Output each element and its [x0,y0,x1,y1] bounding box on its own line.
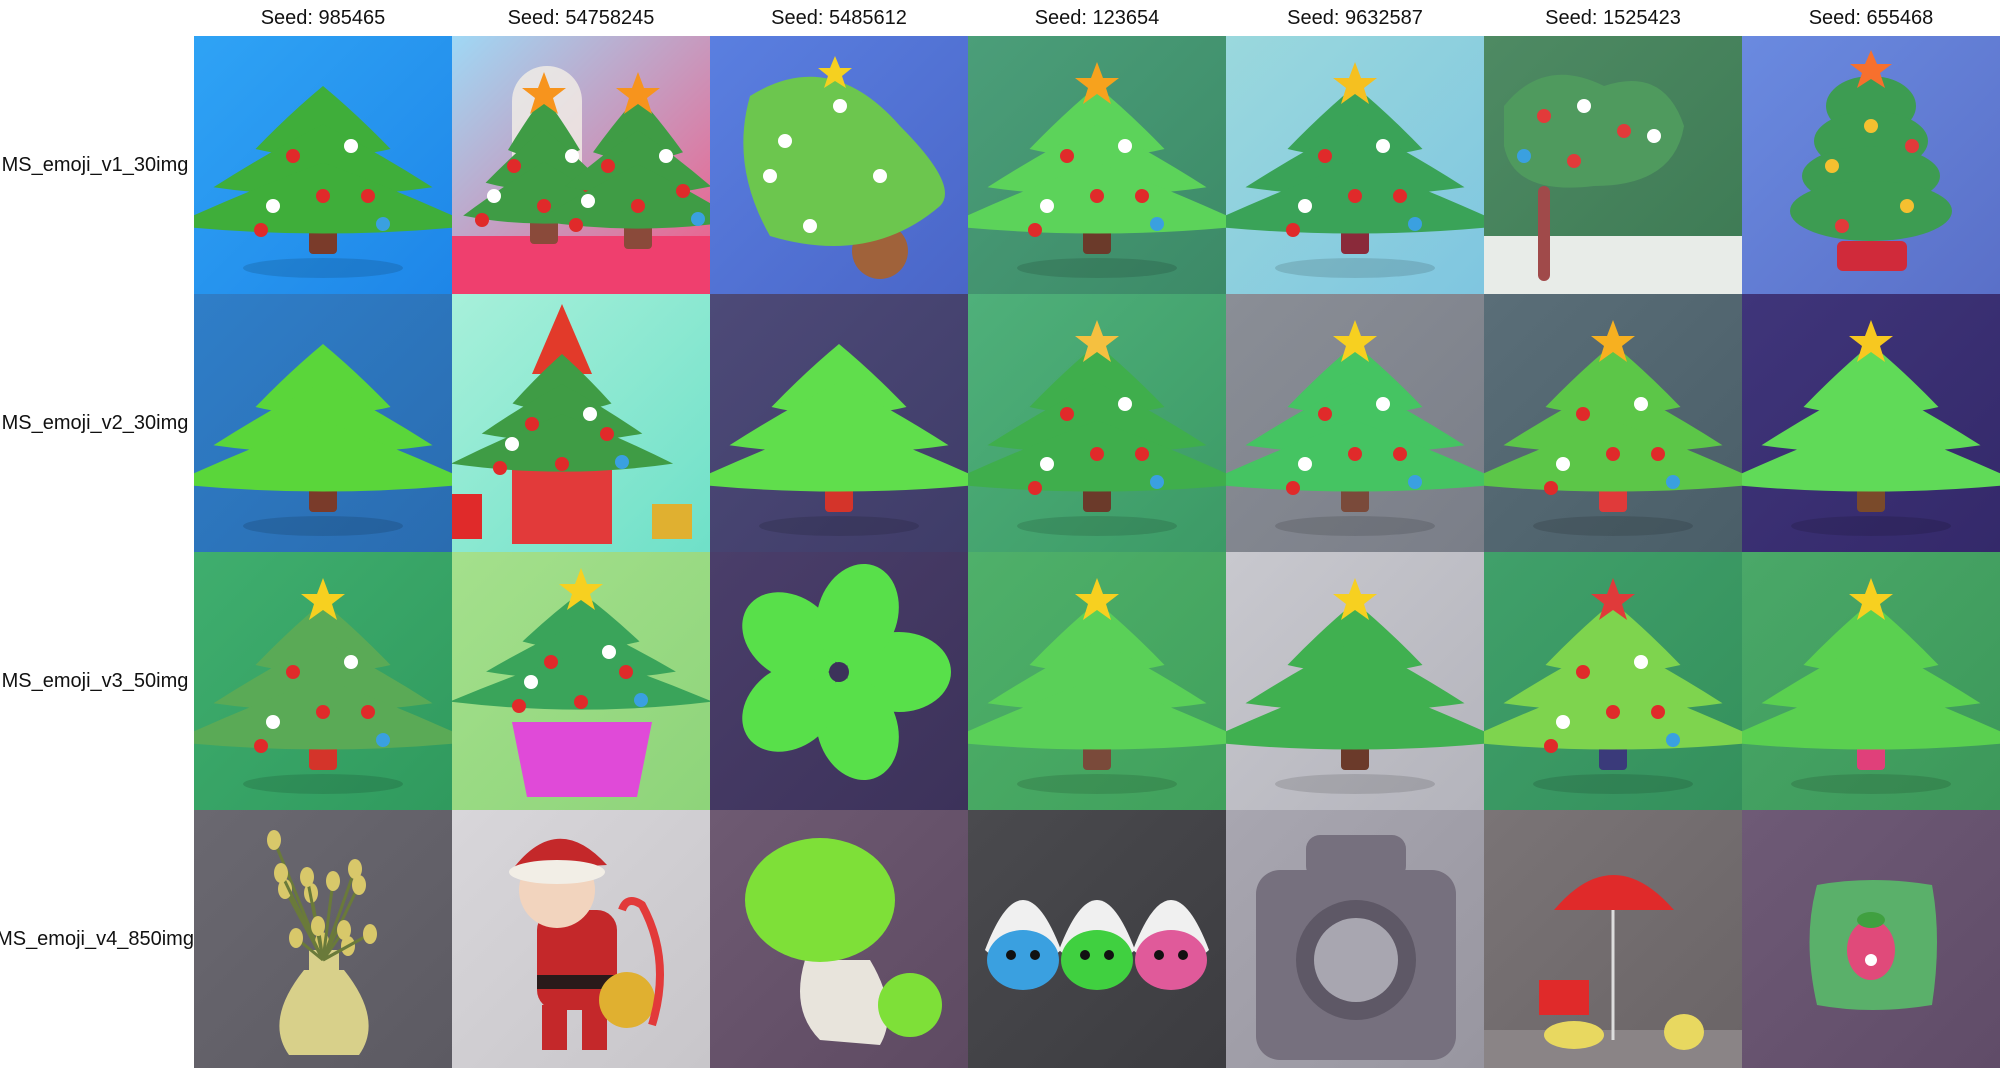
generated-image [968,36,1226,294]
clover-icon [710,552,968,810]
cupcake-tree-icon [452,552,710,810]
seed-column-header: Seed: 54758245 [507,6,655,29]
generated-image [1484,810,1742,1068]
umbrella-icon [1484,810,1742,1068]
vase-icon [194,810,452,1068]
generated-image [1742,294,2000,552]
generated-image [1226,36,1484,294]
generated-image [194,810,452,1068]
house-tree-icon [452,294,710,552]
mushroom-icon [710,810,968,1068]
generated-image [1226,810,1484,1068]
generated-image [452,36,710,294]
pillow-icon [1742,810,2000,1068]
tree-icon [1226,552,1484,810]
generated-image [452,552,710,810]
seed-column-header: Seed: 1525423 [1545,6,1681,29]
generated-image [1742,36,2000,294]
cloud-tree-icon [1742,36,2000,294]
grid-corner [0,0,194,36]
tree-icon [1226,36,1484,294]
model-row-label: MS_emoji_v3_50img [1,669,189,692]
tree-icon [1742,294,2000,552]
model-row-label: MS_emoji_v4_850img [0,927,194,950]
tree-icon [1226,294,1484,552]
tree-icon [1484,552,1742,810]
generated-image [452,810,710,1068]
generated-image [194,552,452,810]
seed-column-header: Seed: 5485612 [771,6,907,29]
tree-icon [1484,294,1742,552]
seed-column-header: Seed: 985465 [260,6,386,29]
generated-image [968,294,1226,552]
generated-image [968,552,1226,810]
tree-icon [968,552,1226,810]
tree-icon [194,294,452,552]
model-row-label: MS_emoji_v1_30img [1,153,189,176]
seed-column-header: Seed: 655468 [1808,6,1934,29]
twin-tree-icon [452,36,710,294]
camera-icon [1226,810,1484,1068]
generated-image [710,36,968,294]
blob-tree-icon [710,36,968,294]
generated-image [1742,810,2000,1068]
seed-column-header: Seed: 9632587 [1287,6,1423,29]
lollipop-tree-icon [1484,36,1742,294]
generated-image [194,36,452,294]
generated-image [1742,552,2000,810]
generated-image [1226,294,1484,552]
tree-icon [968,294,1226,552]
generated-image [1484,36,1742,294]
santa-icon [452,810,710,1068]
generated-image [710,810,968,1068]
generated-image [452,294,710,552]
comparison-grid: Seed: 985465 Seed: 54758245 Seed: 5485612 S… [0,0,2000,1068]
model-row-label: MS_emoji_v2_30img [1,411,189,434]
generated-image [968,810,1226,1068]
tree-icon [710,294,968,552]
generated-image [194,294,452,552]
three-faces-icon [968,810,1226,1068]
tree-icon [194,36,452,294]
seed-column-header: Seed: 123654 [1034,6,1160,29]
generated-image [1484,294,1742,552]
generated-image [710,294,968,552]
generated-image [1484,552,1742,810]
tree-icon [968,36,1226,294]
generated-image [710,552,968,810]
tree-icon [1742,552,2000,810]
tree-icon [194,552,452,810]
generated-image [1226,552,1484,810]
